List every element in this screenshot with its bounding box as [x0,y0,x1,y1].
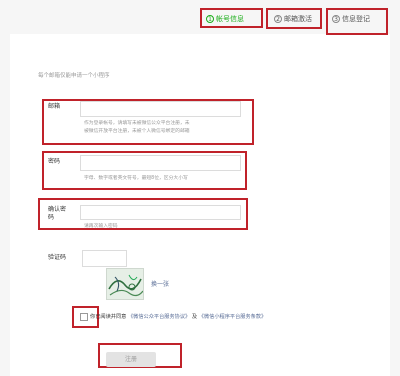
step-label: 信息登记 [342,15,370,23]
step-number: 1 [206,15,214,23]
confirm-password-hint: 请再次输入密码 [84,224,118,229]
step-account-info: 1 帐号信息 [206,14,244,24]
email-hint-line-2: 被微信开放平台注册，未被个人微信号绑定的邮箱 [84,129,190,134]
agreement-prefix: 你已阅读并同意 [90,314,127,320]
step-number: 3 [332,15,340,23]
password-label: 密码 [48,158,61,165]
agreement-and: 及 [191,314,198,320]
agreement-text: 你已阅读并同意 《微信公众平台服务协议》 及 《微信小程序平台服务条款》 [90,313,266,320]
email-field[interactable] [80,101,241,117]
confirm-password-label: 确认密 码 [48,206,66,222]
step-info-registration: 3 信息登记 [332,14,370,24]
captcha-label: 验证码 [48,254,67,261]
step-email-activation: 2 邮箱激活 [274,14,312,24]
captcha-input[interactable] [82,250,127,267]
mini-program-terms-link[interactable]: 《微信小程序平台服务条款》 [199,314,266,320]
agreement-checkbox[interactable] [80,313,88,321]
captcha-refresh-link[interactable]: 换一张 [151,281,169,289]
password-field[interactable] [80,155,241,171]
email-label: 邮箱 [48,103,61,110]
captcha-image [106,268,144,300]
confirm-label-line-1: 确认密 [48,206,67,213]
step-label: 邮箱激活 [284,15,312,23]
step-number: 2 [274,15,282,23]
step-label: 帐号信息 [216,15,244,23]
intro-text: 每个邮箱仅能申请一个小程序 [38,73,110,79]
register-button[interactable]: 注册 [106,352,156,367]
service-agreement-link[interactable]: 《微信公众平台服务协议》 [128,314,190,320]
confirm-label-line-2: 码 [48,214,55,221]
email-hint-line-1: 作为登录帐号，请填写未被微信公众平台注册，未 [84,121,190,126]
confirm-password-field[interactable] [80,205,241,220]
password-hint: 字母、数字或者英文符号，最短8位，区分大小写 [84,176,188,181]
